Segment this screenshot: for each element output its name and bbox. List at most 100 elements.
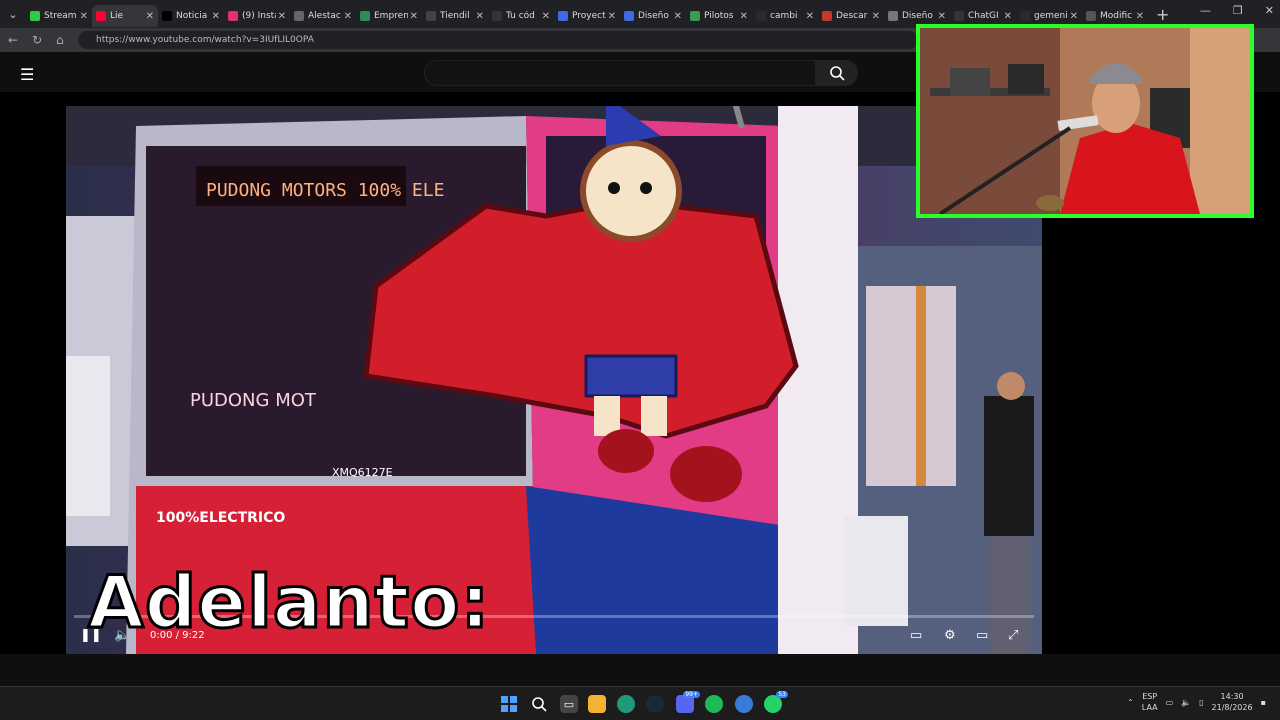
webcam-feed: [920, 28, 1250, 214]
app-icon[interactable]: [735, 695, 753, 713]
tab-label: Lie: [110, 11, 124, 21]
tab-favicon-icon: [426, 11, 436, 21]
browser-tab[interactable]: Pilotos ✕: [686, 5, 752, 27]
webcam-overlay: [916, 24, 1254, 218]
tab-label: Noticia: [176, 11, 208, 21]
whatsapp-icon[interactable]: 53: [764, 691, 788, 713]
close-tab-icon[interactable]: ✕: [476, 11, 484, 22]
url-text: https://www.youtube.com/watch?v=3IUfLIL0…: [96, 35, 314, 45]
theater-mode-icon[interactable]: ▭: [976, 628, 988, 643]
steam-icon[interactable]: [646, 695, 664, 713]
tab-favicon-icon: [294, 11, 304, 21]
reload-icon[interactable]: ↻: [32, 33, 42, 47]
tab-favicon-icon: [30, 11, 40, 21]
tab-favicon-icon: [360, 11, 370, 21]
tab-search-icon[interactable]: ⌄: [0, 0, 26, 28]
browser-tab[interactable]: Diseño ✕: [620, 5, 686, 27]
close-tab-icon[interactable]: ✕: [938, 11, 946, 22]
tab-favicon-icon: [96, 11, 106, 21]
tab-favicon-icon: [558, 11, 568, 21]
back-icon[interactable]: ←: [8, 33, 18, 47]
tab-label: Empren: [374, 11, 408, 21]
window-controls: — ❐ ✕: [1200, 4, 1274, 17]
network-icon[interactable]: ▭: [1166, 698, 1174, 707]
tab-favicon-icon: [756, 11, 766, 21]
tab-label: Tu cód: [506, 11, 535, 21]
settings-icon[interactable]: ⚙: [944, 628, 956, 643]
chevron-up-icon[interactable]: ⌃: [1127, 698, 1134, 707]
new-tab-button[interactable]: +: [1156, 5, 1169, 24]
browser-tab[interactable]: Tu cód ✕: [488, 5, 554, 27]
edge-icon[interactable]: [617, 695, 635, 713]
browser-tab[interactable]: Lie ✕: [92, 5, 158, 27]
maximize-icon[interactable]: ❐: [1233, 4, 1243, 17]
close-tab-icon[interactable]: ✕: [146, 11, 154, 22]
close-tab-icon[interactable]: ✕: [212, 11, 220, 22]
file-explorer-icon[interactable]: [588, 695, 606, 713]
clock[interactable]: 14:30 21/8/2026: [1212, 691, 1253, 713]
tab-favicon-icon: [1086, 11, 1096, 21]
discord-badge: 99+: [683, 691, 700, 698]
close-tab-icon[interactable]: ✕: [806, 11, 814, 22]
search-icon[interactable]: [530, 695, 548, 713]
tab-label: Modific: [1100, 11, 1133, 21]
close-tab-icon[interactable]: ✕: [1136, 11, 1144, 22]
browser-tab[interactable]: Tiendil ✕: [422, 5, 488, 27]
volume-icon[interactable]: 🔈: [1181, 698, 1191, 707]
close-tab-icon[interactable]: ✕: [344, 11, 352, 22]
discord-icon[interactable]: 99+: [676, 691, 700, 713]
browser-tab[interactable]: Stream ✕: [26, 5, 92, 27]
close-tab-icon[interactable]: ✕: [608, 11, 616, 22]
subtitles-icon[interactable]: ▭: [910, 628, 922, 643]
search-input[interactable]: [424, 60, 816, 86]
close-window-icon[interactable]: ✕: [1265, 4, 1274, 17]
bus-plate: XMQ6127E: [332, 466, 393, 479]
page-bottom: [0, 654, 1280, 686]
tab-label: Descar: [836, 11, 868, 21]
close-tab-icon[interactable]: ✕: [410, 11, 418, 22]
minimize-icon[interactable]: —: [1200, 4, 1211, 17]
svg-text:PUDONG MOT: PUDONG MOT: [190, 390, 317, 411]
close-tab-icon[interactable]: ✕: [1070, 11, 1078, 22]
tab-label: cambi: [770, 11, 798, 21]
search-icon: [830, 66, 845, 81]
close-tab-icon[interactable]: ✕: [80, 11, 88, 22]
start-icon[interactable]: [500, 695, 518, 713]
close-tab-icon[interactable]: ✕: [542, 11, 550, 22]
close-tab-icon[interactable]: ✕: [674, 11, 682, 22]
tab-label: Alestac: [308, 11, 341, 21]
browser-tab[interactable]: cambi ✕: [752, 5, 818, 27]
close-tab-icon[interactable]: ✕: [740, 11, 748, 22]
fullscreen-icon[interactable]: ⤢: [1008, 628, 1018, 643]
close-tab-icon[interactable]: ✕: [872, 11, 880, 22]
browser-tab[interactable]: Descar ✕: [818, 5, 884, 27]
tab-label: Tiendil: [440, 11, 470, 21]
tab-label: Pilotos: [704, 11, 734, 21]
video-caption: Adelanto:: [86, 559, 491, 646]
bus-side-text: 100%ELECTRICO: [156, 510, 285, 526]
url-field[interactable]: https://www.youtube.com/watch?v=3IUfLIL0…: [78, 31, 918, 49]
system-tray: ⌃ ESP LAA ▭ 🔈 ▯ 14:30 21/8/2026 ▪: [1127, 691, 1266, 713]
tab-favicon-icon: [1020, 11, 1030, 21]
browser-tab[interactable]: Empren ✕: [356, 5, 422, 27]
tab-label: ChatGI: [968, 11, 999, 21]
tab-label: Proyect: [572, 11, 606, 21]
task-view-icon[interactable]: ▭: [560, 695, 578, 713]
spotify-icon[interactable]: [705, 695, 723, 713]
whatsapp-badge: 53: [776, 691, 788, 698]
tab-favicon-icon: [690, 11, 700, 21]
battery-icon[interactable]: ▯: [1199, 698, 1203, 707]
close-tab-icon[interactable]: ✕: [278, 11, 286, 22]
hamburger-menu-icon[interactable]: ☰: [20, 65, 34, 84]
home-icon[interactable]: ⌂: [56, 33, 64, 47]
language-indicator[interactable]: ESP LAA: [1142, 691, 1158, 713]
browser-tab[interactable]: Alestac ✕: [290, 5, 356, 27]
browser-tab[interactable]: Proyect ✕: [554, 5, 620, 27]
notification-icon[interactable]: ▪: [1261, 698, 1266, 707]
tab-label: Stream: [44, 11, 77, 21]
close-tab-icon[interactable]: ✕: [1004, 11, 1012, 22]
search-button[interactable]: [816, 60, 858, 86]
tab-favicon-icon: [228, 11, 238, 21]
browser-tab[interactable]: (9) Insta✕: [224, 5, 290, 27]
browser-tab[interactable]: Noticia ✕: [158, 5, 224, 27]
